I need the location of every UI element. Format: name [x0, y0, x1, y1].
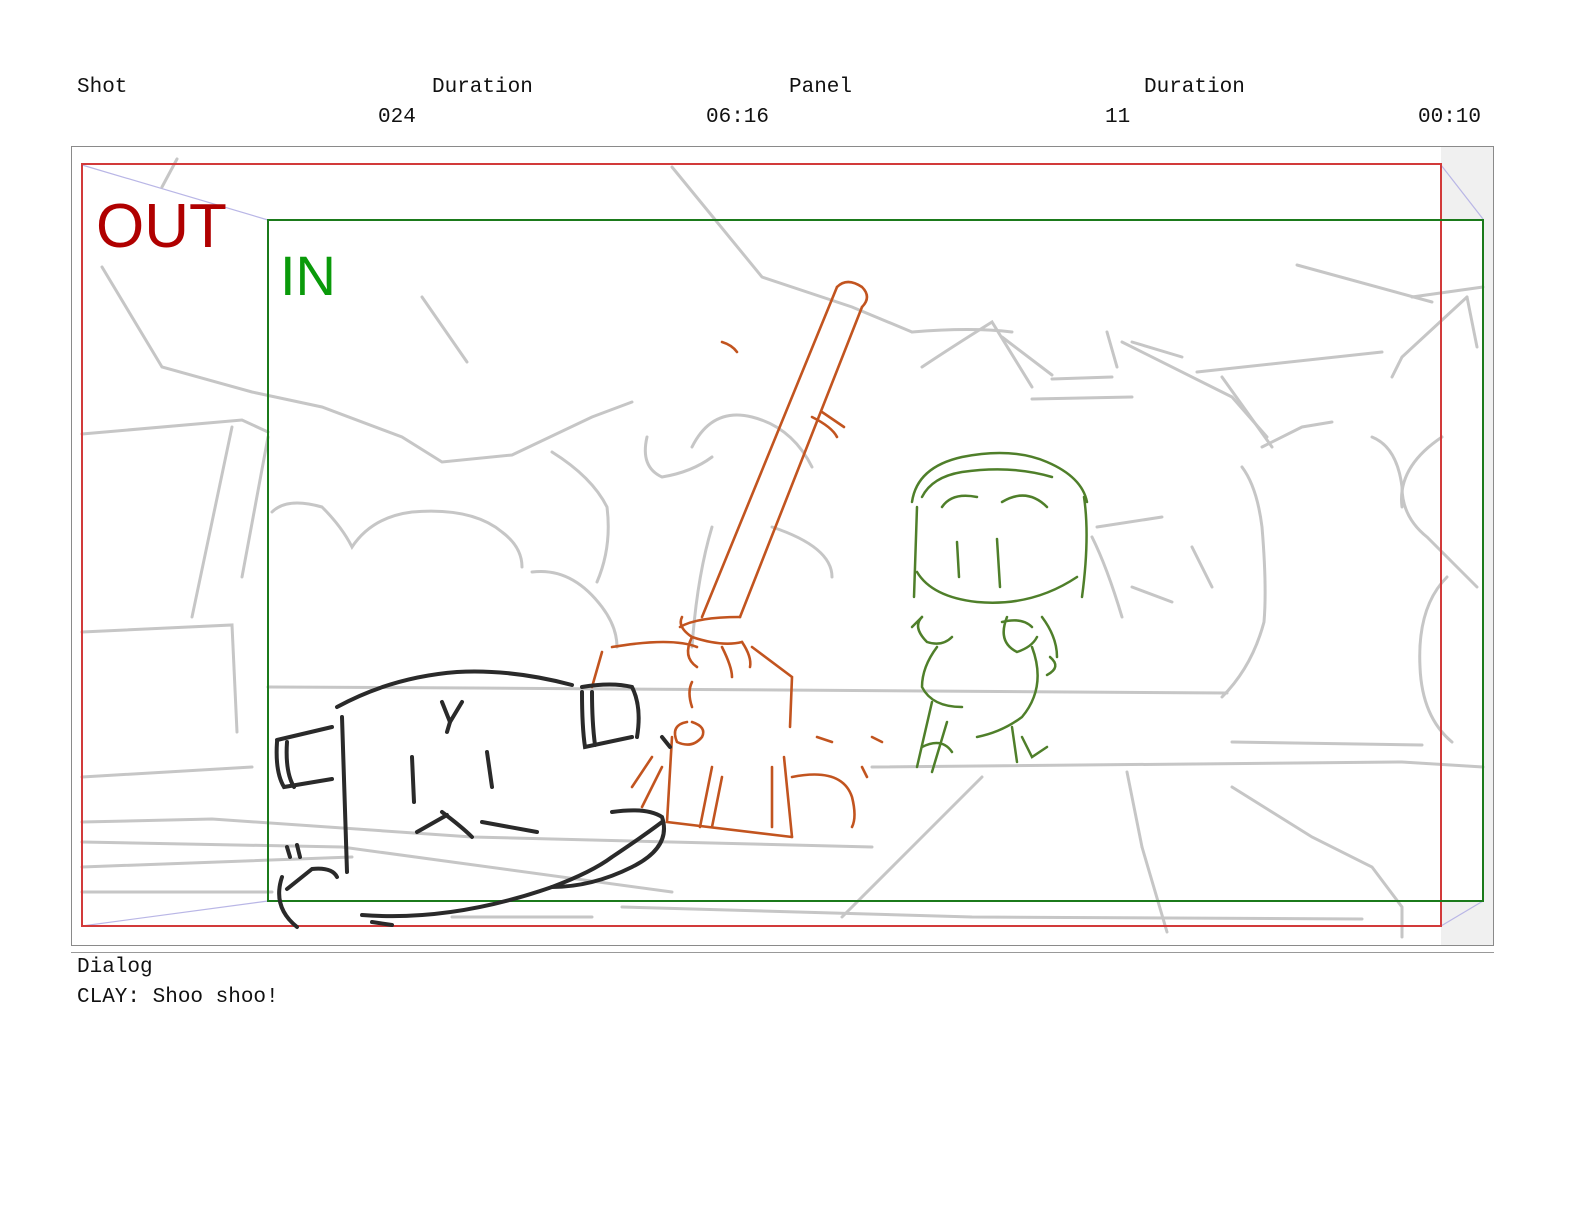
shot-duration-label: Duration [432, 76, 533, 99]
panel-duration-value: 00:10 [1418, 106, 1482, 129]
shot-label: Shot [77, 76, 128, 99]
in-label: IN [280, 244, 336, 307]
panel-divider [71, 952, 1494, 953]
storyboard-drawing: OUT IN [72, 147, 1493, 945]
dialog-label: Dialog [77, 956, 153, 979]
out-label: OUT [96, 192, 227, 261]
shot-number: 024 [378, 106, 416, 129]
panel-number: 11 [1105, 106, 1131, 129]
panel-label: Panel [789, 76, 853, 99]
panel-duration-label: Duration [1144, 76, 1245, 99]
dialog-line: CLAY: Shoo shoo! [77, 986, 279, 1009]
shot-duration-value: 06:16 [706, 106, 770, 129]
